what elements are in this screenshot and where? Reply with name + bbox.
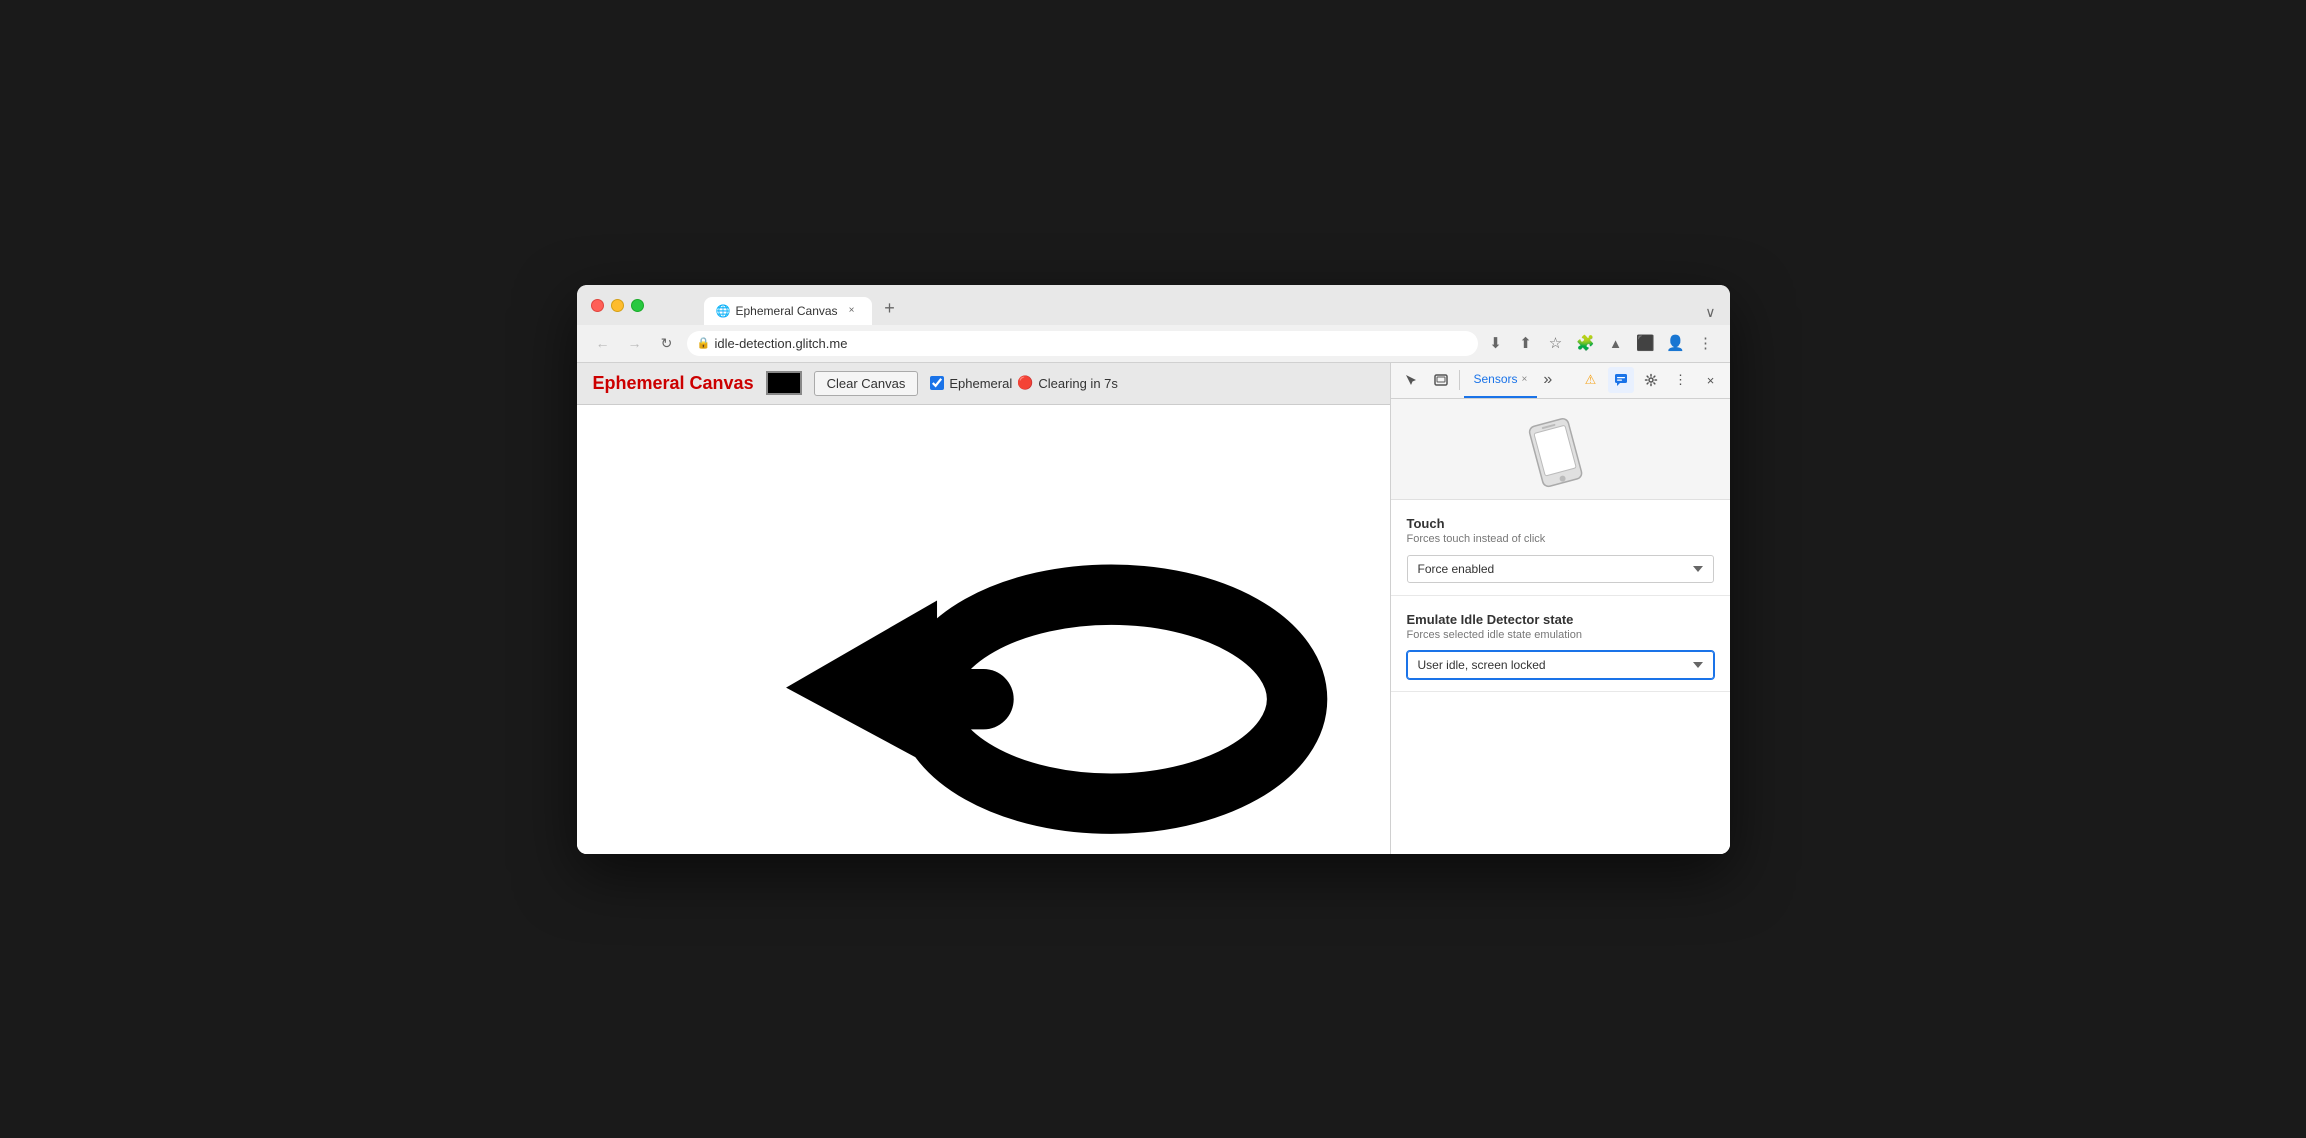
touch-section-desc: Forces touch instead of click bbox=[1407, 533, 1714, 545]
app-title: Ephemeral Canvas bbox=[593, 373, 754, 394]
page-content: Ephemeral Canvas Clear Canvas Ephemeral … bbox=[577, 363, 1390, 854]
share-icon[interactable]: ⬆ bbox=[1516, 333, 1536, 353]
phone-illustration bbox=[1500, 409, 1620, 489]
chat-icon[interactable] bbox=[1608, 367, 1634, 393]
minimize-button[interactable] bbox=[611, 299, 624, 312]
sensors-tab-label: Sensors bbox=[1474, 372, 1518, 386]
timer-icon: 🔴 bbox=[1017, 375, 1033, 391]
address-wrapper: 🔒 bbox=[687, 331, 1478, 356]
close-button[interactable] bbox=[591, 299, 604, 312]
address-input[interactable] bbox=[687, 331, 1478, 356]
devtools-content: Touch Forces touch instead of click No o… bbox=[1391, 399, 1730, 854]
traffic-lights bbox=[591, 299, 644, 312]
active-tab[interactable]: 🌐 Ephemeral Canvas × bbox=[704, 297, 872, 325]
idle-section-desc: Forces selected idle state emulation bbox=[1407, 629, 1714, 641]
new-tab-button[interactable]: + bbox=[876, 295, 904, 323]
tab-bar-right: ∨ bbox=[1705, 304, 1715, 325]
device-toolbar-icon[interactable] bbox=[1427, 366, 1455, 394]
clear-canvas-button[interactable]: Clear Canvas bbox=[814, 371, 919, 396]
devtools-panel: Sensors × » ⚠ bbox=[1390, 363, 1730, 854]
idle-section-title: Emulate Idle Detector state bbox=[1407, 612, 1714, 627]
tab-bar: 🌐 Ephemeral Canvas × + ∨ bbox=[704, 295, 1716, 325]
ephemeral-checkbox[interactable] bbox=[930, 376, 944, 390]
tab-close-button[interactable]: × bbox=[844, 303, 860, 319]
canvas-area[interactable] bbox=[577, 405, 1390, 854]
more-tabs-icon[interactable]: » bbox=[1537, 371, 1558, 389]
download-icon[interactable]: ⬇ bbox=[1486, 333, 1506, 353]
tab-favicon: 🌐 bbox=[716, 304, 730, 318]
idle-state-select[interactable]: No override User active, screen unlocked… bbox=[1407, 651, 1714, 679]
warning-icon[interactable]: ⚠ bbox=[1578, 367, 1604, 393]
devtools-more-icon[interactable]: ⋮ bbox=[1668, 367, 1694, 393]
browser-window: 🌐 Ephemeral Canvas × + ∨ ← → ↻ 🔒 ⬇ ⬆ ☆ 🧩 bbox=[577, 285, 1730, 854]
devtools-tool-icons bbox=[1397, 366, 1455, 394]
lock-icon: 🔒 bbox=[697, 337, 711, 350]
more-menu-icon[interactable]: ⋮ bbox=[1696, 333, 1716, 353]
touch-section: Touch Forces touch instead of click No o… bbox=[1391, 500, 1730, 596]
phone-image-area bbox=[1391, 399, 1730, 500]
bookmark-icon[interactable]: ☆ bbox=[1546, 333, 1566, 353]
devtools-tabs: Sensors × » bbox=[1464, 362, 1578, 398]
devtools-right-icons: ⚠ ⋮ bbox=[1578, 367, 1724, 393]
maximize-button[interactable] bbox=[631, 299, 644, 312]
idle-section: Emulate Idle Detector state Forces selec… bbox=[1391, 596, 1730, 692]
ephemeral-checkbox-area: Ephemeral 🔴 Clearing in 7s bbox=[930, 375, 1118, 391]
tab-title: Ephemeral Canvas bbox=[736, 304, 838, 318]
touch-section-title: Touch bbox=[1407, 516, 1714, 531]
devtools-header: Sensors × » ⚠ bbox=[1391, 363, 1730, 399]
profile-icon[interactable]: 👤 bbox=[1666, 333, 1686, 353]
color-picker[interactable] bbox=[766, 371, 802, 395]
page-toolbar: Ephemeral Canvas Clear Canvas Ephemeral … bbox=[577, 363, 1390, 405]
toolbar-icons: ⬇ ⬆ ☆ 🧩 ▲ ⬛ 👤 ⋮ bbox=[1486, 333, 1716, 353]
chevron-down-icon[interactable]: ∨ bbox=[1705, 304, 1715, 321]
extensions-icon[interactable]: 🧩 bbox=[1576, 333, 1596, 353]
canvas-drawing bbox=[577, 405, 1390, 854]
refresh-button[interactable]: ↻ bbox=[655, 331, 679, 355]
tab-sensors[interactable]: Sensors × bbox=[1464, 362, 1538, 398]
back-button[interactable]: ← bbox=[591, 331, 615, 355]
address-bar: ← → ↻ 🔒 ⬇ ⬆ ☆ 🧩 ▲ ⬛ 👤 ⋮ bbox=[577, 325, 1730, 362]
main-area: Ephemeral Canvas Clear Canvas Ephemeral … bbox=[577, 362, 1730, 854]
settings-icon[interactable] bbox=[1638, 367, 1664, 393]
ephemeral-label: Ephemeral bbox=[949, 376, 1012, 391]
forward-button[interactable]: → bbox=[623, 331, 647, 355]
title-bar: 🌐 Ephemeral Canvas × + ∨ bbox=[577, 285, 1730, 325]
clearing-text: Clearing in 7s bbox=[1038, 376, 1118, 391]
inspect-element-icon[interactable] bbox=[1397, 366, 1425, 394]
header-divider bbox=[1459, 370, 1460, 390]
split-icon[interactable]: ⬛ bbox=[1636, 333, 1656, 353]
devtools-close-icon[interactable]: × bbox=[1698, 367, 1724, 393]
pin-icon[interactable]: ▲ bbox=[1606, 333, 1626, 353]
touch-select[interactable]: No override Force enabled Force disabled bbox=[1407, 555, 1714, 583]
sensors-tab-close[interactable]: × bbox=[1522, 374, 1528, 385]
